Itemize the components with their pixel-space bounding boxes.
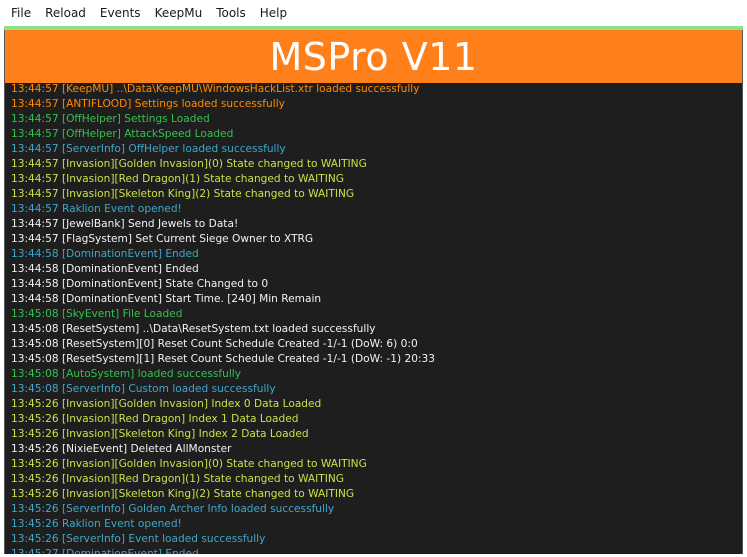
log-line: 13:45:08 [ResetSystem][0] Reset Count Sc…	[11, 338, 418, 350]
log-line: 13:44:58 [DominationEvent] State Changed…	[11, 278, 269, 290]
title-banner: MSPro V11	[5, 30, 742, 83]
log-line: 13:45:26 [Invasion][Skeleton King] Index…	[11, 428, 309, 440]
log-line: 13:45:26 [Invasion][Red Dragon](1) State…	[11, 473, 345, 485]
main-window: MSPro V11 13:44:57 [KeepMU] ..\Data\Keep…	[4, 30, 743, 554]
log-line: 13:44:57 [OffHelper] Settings Loaded	[11, 113, 210, 125]
log-console[interactable]: 13:44:57 [KeepMU] ..\Data\KeepMU\Windows…	[5, 80, 742, 554]
log-line: 13:44:57 [Invasion][Skeleton King](2) St…	[11, 188, 355, 200]
log-line: 13:45:26 [ServerInfo] Golden Archer Info…	[11, 503, 335, 515]
log-line: 13:44:57 [FlagSystem] Set Current Siege …	[11, 233, 314, 245]
log-line: 13:44:58 [DominationEvent] Start Time. […	[11, 293, 322, 305]
log-line: 13:44:57 Raklion Event opened!	[11, 203, 182, 215]
menu-bar: File Reload Events KeepMu Tools Help	[0, 0, 747, 26]
log-line: 13:45:26 [ServerInfo] Event loaded succe…	[11, 533, 266, 545]
log-line: 13:44:57 [KeepMU] ..\Data\KeepMU\Windows…	[11, 83, 420, 95]
log-line: 13:44:57 [Invasion][Golden Invasion](0) …	[11, 158, 367, 170]
log-line: 13:45:08 [ResetSystem] ..\Data\ResetSyst…	[11, 323, 376, 335]
log-line: 13:45:08 [AutoSystem] loaded successfull…	[11, 368, 241, 380]
log-line: 13:45:08 [ResetSystem][1] Reset Count Sc…	[11, 353, 436, 365]
log-line: 13:45:27 [DominationEvent] Ended	[11, 548, 199, 554]
log-line: 13:44:58 [DominationEvent] Ended	[11, 248, 199, 260]
menu-tools[interactable]: Tools	[209, 0, 253, 26]
log-line: 13:45:26 [Invasion][Golden Invasion](0) …	[11, 458, 367, 470]
menu-file[interactable]: File	[4, 0, 38, 26]
log-line: 13:44:57 [ANTIFLOOD] Settings loaded suc…	[11, 98, 285, 110]
log-line: 13:45:26 [Invasion][Golden Invasion] Ind…	[11, 398, 322, 410]
log-line: 13:44:57 [ServerInfo] OffHelper loaded s…	[11, 143, 286, 155]
menu-events[interactable]: Events	[93, 0, 148, 26]
menu-keepmu[interactable]: KeepMu	[148, 0, 210, 26]
log-line: 13:44:57 [JewelBank] Send Jewels to Data…	[11, 218, 239, 230]
log-line: 13:45:26 Raklion Event opened!	[11, 518, 182, 530]
log-line: 13:45:26 [Invasion][Red Dragon] Index 1 …	[11, 413, 299, 425]
log-line: 13:45:26 [Invasion][Skeleton King](2) St…	[11, 488, 355, 500]
log-line: 13:45:08 [SkyEvent] File Loaded	[11, 308, 183, 320]
log-line: 13:44:57 [OffHelper] AttackSpeed Loaded	[11, 128, 234, 140]
log-line: 13:45:08 [ServerInfo] Custom loaded succ…	[11, 383, 276, 395]
banner-title: MSPro V11	[269, 34, 478, 79]
log-line: 13:45:26 [NixieEvent] Deleted AllMonster	[11, 443, 232, 455]
menu-help[interactable]: Help	[253, 0, 294, 26]
menu-reload[interactable]: Reload	[38, 0, 93, 26]
log-line: 13:44:58 [DominationEvent] Ended	[11, 263, 199, 275]
log-line: 13:44:57 [Invasion][Red Dragon](1) State…	[11, 173, 345, 185]
